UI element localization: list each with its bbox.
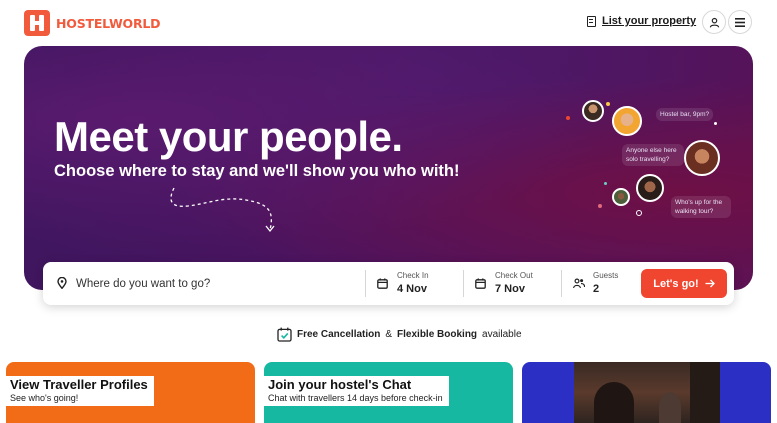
avatar [612,188,630,206]
dashed-arrow-decoration [170,187,275,233]
search-submit-label: Let's go! [653,277,699,290]
divider [463,270,464,297]
travellers-photo [574,362,720,423]
avatar [612,106,642,136]
check-in-value: 4 Nov [397,283,427,295]
decoration-dot [636,210,642,216]
check-out-label: Check Out [495,271,533,280]
search-bar: Check In 4 Nov Check Out 7 Nov Guests 2 … [43,262,734,305]
destination-search-input[interactable] [76,270,361,297]
decoration-dot [714,122,717,125]
account-button[interactable] [702,10,726,34]
menu-button[interactable] [728,10,752,34]
free-cancellation-note: Free Cancellation & Flexible Booking ava… [277,327,522,342]
guests-label: Guests [593,271,619,280]
list-your-property-label: List your property [602,15,697,27]
chat-bubble: Anyone else here solo travelling? [622,144,684,167]
check-out-value: 7 Nov [495,283,525,295]
flexible-booking-text: Flexible Booking [397,329,478,340]
avatar [684,140,720,176]
card-subtitle: See who's going! [10,392,79,403]
check-in-field[interactable]: Check In 4 Nov [377,270,463,297]
avatar [582,100,604,122]
check-out-field[interactable]: Check Out 7 Nov [475,270,561,297]
available-text: available [482,329,522,340]
card-label: View Traveller Profiles See who's going! [6,376,154,406]
calendar-check-icon [277,327,292,342]
hero-title: Meet your people. [54,113,403,160]
decoration-dot [606,102,610,106]
photo-person [659,392,681,423]
chat-bubble: Who's up for the walking tour? [671,196,731,219]
ampersand-text: & [385,329,393,340]
hero-banner: Meet your people. Choose where to stay a… [24,46,753,290]
traveller-profiles-card[interactable]: View Traveller Profiles See who's going! [6,362,255,423]
decoration-dot [566,116,570,120]
card-label: Join your hostel's Chat Chat with travel… [264,376,449,406]
guests-icon [573,278,585,289]
avatar [636,174,664,202]
card-subtitle: Chat with travellers 14 days before chec… [268,392,443,403]
hostel-chat-card[interactable]: Join your hostel's Chat Chat with travel… [264,362,513,423]
top-nav: HOSTELWORLD List your property [0,0,777,46]
logo-text: HOSTELWORLD [56,15,161,31]
chat-bubble: Hostel bar, 9pm? [656,108,714,122]
photo-background [690,362,720,423]
card-title: View Traveller Profiles [10,377,148,392]
hamburger-menu-icon [735,17,745,27]
check-in-label: Check In [397,271,429,280]
travellers-photo-card[interactable] [522,362,771,423]
decoration-dot [604,182,607,185]
building-icon [587,15,596,27]
user-icon [709,17,719,28]
list-your-property-link[interactable]: List your property [587,15,696,27]
hero-subtitle: Choose where to stay and we'll show you … [54,162,460,180]
divider [365,270,366,297]
calendar-icon [475,278,486,289]
calendar-icon [377,278,388,289]
guests-value: 2 [593,283,600,295]
decoration-dot [598,204,602,208]
logo-mark-icon [24,10,50,36]
hostelworld-logo[interactable]: HOSTELWORLD [24,10,161,36]
location-pin-icon [57,277,67,289]
traveller-avatars-illustration: Hostel bar, 9pm? Anyone else here solo t… [554,92,744,222]
photo-person [594,382,634,423]
guests-field[interactable]: Guests 2 [573,270,633,297]
arrow-right-icon [705,279,715,288]
free-cancellation-text: Free Cancellation [297,329,381,340]
search-submit-button[interactable]: Let's go! [641,269,727,298]
card-title: Join your hostel's Chat [268,377,412,392]
divider [561,270,562,297]
